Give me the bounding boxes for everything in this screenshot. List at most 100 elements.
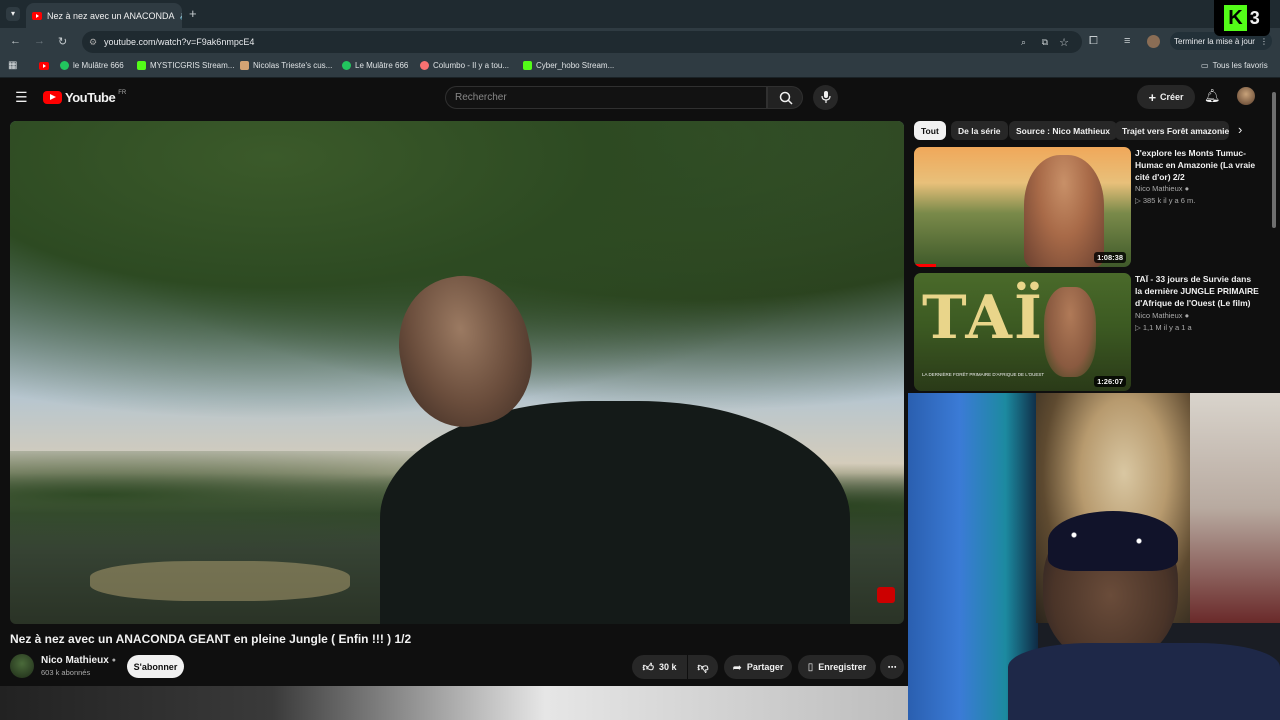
watch-progress-bar	[914, 264, 936, 267]
chip-source[interactable]: Source : Nico Mathieux	[1009, 121, 1117, 140]
search-placeholder: Rechercher	[455, 92, 507, 103]
recommendation-channel[interactable]: Nico Mathieux ●	[1135, 311, 1189, 320]
site-info-icon[interactable]: ⚙	[89, 37, 97, 48]
share-label: Partager	[746, 662, 784, 672]
thumbnail-person	[1044, 287, 1096, 377]
recommendation-thumbnail[interactable]: 1:08:38	[914, 147, 1131, 267]
back-icon[interactable]: ←	[10, 35, 21, 47]
bookmarks-bar: ▦ le Mulâtre 666 MYSTICGRIS Stream... Ni…	[0, 55, 1280, 78]
forward-icon[interactable]: →	[34, 35, 45, 47]
webcam-poster-right	[1190, 393, 1280, 623]
recommendation-thumbnail[interactable]: TAÏ LA DERNIÈRE FORÊT PRIMAIRE D'AFRIQUE…	[914, 273, 1131, 391]
new-tab-icon[interactable]: +	[189, 6, 197, 21]
bookmark-item[interactable]: Columbo - Il y a tou...	[420, 61, 509, 70]
chip-label: Trajet vers Forêt amazonien	[1122, 125, 1229, 136]
zoom-icon[interactable]: ⌕	[1021, 37, 1026, 48]
youtube-logo-icon	[43, 91, 62, 104]
microphone-icon	[821, 91, 831, 103]
share-icon: ➦	[732, 661, 742, 674]
video-player[interactable]	[10, 121, 904, 624]
bookmark-item[interactable]: Nicolas Trieste's cus...	[240, 61, 332, 70]
tab-title: Nez à nez avec un ANACONDA	[47, 10, 175, 21]
video-person-body	[380, 401, 850, 624]
views-icon: ▷	[1135, 323, 1143, 332]
stats-text: 385 k il y a 6 m.	[1142, 196, 1196, 205]
channel-name-text: Nico Mathieux	[41, 655, 109, 666]
chip-all[interactable]: Tout	[914, 121, 946, 140]
bookmark-label: MYSTICGRIS Stream...	[150, 61, 235, 70]
all-bookmarks[interactable]: ▭ Tous les favoris	[1201, 61, 1268, 70]
chip-label: Tout	[921, 125, 939, 136]
youtube-logo[interactable]: YouTube FR	[43, 90, 126, 105]
chip-route[interactable]: Trajet vers Forêt amazonien	[1115, 121, 1229, 140]
video-river	[90, 561, 350, 601]
chip-series[interactable]: De la série	[951, 121, 1008, 140]
create-button[interactable]: + Créer	[1137, 85, 1195, 109]
channel-name[interactable]: Nico Mathieux ●	[41, 655, 116, 666]
profile-avatar[interactable]	[1147, 35, 1160, 48]
recommendation-title[interactable]: J'explore les Monts Tumuc-Humac en Amazo…	[1135, 147, 1260, 183]
chip-label: De la série	[958, 125, 1001, 136]
browser-tab[interactable]: Nez à nez avec un ANACONDA 🔊 ✕	[26, 3, 182, 28]
dislike-button[interactable]: 👎︎	[688, 655, 718, 679]
subscribe-label: S'abonner	[133, 661, 178, 672]
tab-list-icon[interactable]: ▾	[6, 7, 20, 21]
url-text: youtube.com/watch?v=F9ak6nmpcE4	[104, 37, 255, 47]
region-code: FR	[118, 90, 127, 96]
kick-logo-letter: K	[1224, 5, 1247, 31]
page-scrollbar[interactable]	[1272, 92, 1276, 228]
hamburger-menu-icon[interactable]: ☰	[15, 89, 28, 106]
thumbs-up-icon: 👍︎	[642, 661, 654, 674]
stats-text: 1,1 M il y a 1 a	[1142, 323, 1192, 332]
chips-next-chevron-icon[interactable]: ›	[1238, 122, 1242, 137]
verified-badge-icon: ●	[1184, 311, 1190, 320]
voice-search-button[interactable]	[813, 85, 838, 110]
recommendation-channel[interactable]: Nico Mathieux ●	[1135, 184, 1189, 193]
bookmark-item[interactable]: Le Mulâtre 666	[342, 61, 408, 70]
thumbnail-person	[1024, 155, 1104, 267]
recommendation-title[interactable]: TAÏ - 33 jours de Survie dans la dernièr…	[1135, 273, 1260, 309]
url-field[interactable]: ⚙ youtube.com/watch?v=F9ak6nmpcE4 ⌕ ⧉ ☆	[82, 31, 1082, 53]
extensions-icon[interactable]: ⧠	[1089, 35, 1098, 48]
duration-badge: 1:26:07	[1094, 376, 1126, 387]
bookmark-item[interactable]: le Mulâtre 666	[60, 61, 124, 70]
like-count: 30 k	[658, 662, 677, 672]
speaker-icon[interactable]: 🔊	[180, 11, 182, 20]
youtube-favicon-icon	[32, 11, 42, 20]
install-icon[interactable]: ⧉	[1042, 37, 1048, 48]
bookmark-label: Le Mulâtre 666	[355, 61, 409, 70]
bookmark-favicon-icon	[240, 61, 249, 70]
bookmark-favicon-icon	[60, 61, 69, 70]
menu-dots-icon: ⋮	[1259, 36, 1268, 46]
webcam-shirt	[1008, 643, 1280, 720]
apps-grid-icon[interactable]: ▦	[8, 60, 17, 71]
channel-avatar[interactable]	[10, 654, 34, 678]
subscribe-button[interactable]: S'abonner	[127, 655, 184, 678]
webcam-bandana	[1048, 511, 1178, 571]
search-button[interactable]	[767, 86, 803, 109]
plus-icon: +	[1148, 89, 1157, 105]
all-bookmarks-label: Tous les favoris	[1212, 61, 1268, 70]
search-input[interactable]: Rechercher	[445, 86, 767, 109]
reload-icon[interactable]: ↻	[58, 35, 67, 48]
share-button[interactable]: ➦ Partager	[724, 655, 792, 679]
bookmark-label: Columbo - Il y a tou...	[433, 61, 510, 70]
more-actions-button[interactable]: ⋯	[880, 655, 904, 679]
youtube-bookmark-icon[interactable]	[39, 62, 49, 70]
reading-list-icon[interactable]: ≡	[1124, 35, 1130, 47]
thumbnail-title-text: TAÏ	[922, 283, 1044, 353]
bookmark-star-icon[interactable]: ☆	[1059, 36, 1069, 49]
like-button[interactable]: 👍︎ 30 k	[632, 655, 687, 679]
save-button[interactable]: ▯ Enregistrer	[798, 655, 876, 679]
notifications-bell-icon[interactable]: 🔔︎	[1204, 88, 1221, 104]
more-dots-icon: ⋯	[887, 661, 897, 672]
channel-watermark-icon[interactable]	[877, 587, 895, 603]
kick-favicon-icon	[137, 61, 146, 70]
bookmark-item[interactable]: Cyber_hobo Stream...	[523, 61, 614, 70]
bookmark-item[interactable]: MYSTICGRIS Stream...	[137, 61, 234, 70]
recommendation-stats: ▷ 1,1 M il y a 1 a	[1135, 323, 1192, 332]
channel-label: Nico Mathieux	[1135, 311, 1183, 320]
account-avatar[interactable]	[1237, 87, 1255, 105]
search-icon	[779, 91, 793, 105]
browser-tab-bar: ▾ Nez à nez avec un ANACONDA 🔊 ✕ + K 3	[0, 0, 1280, 36]
